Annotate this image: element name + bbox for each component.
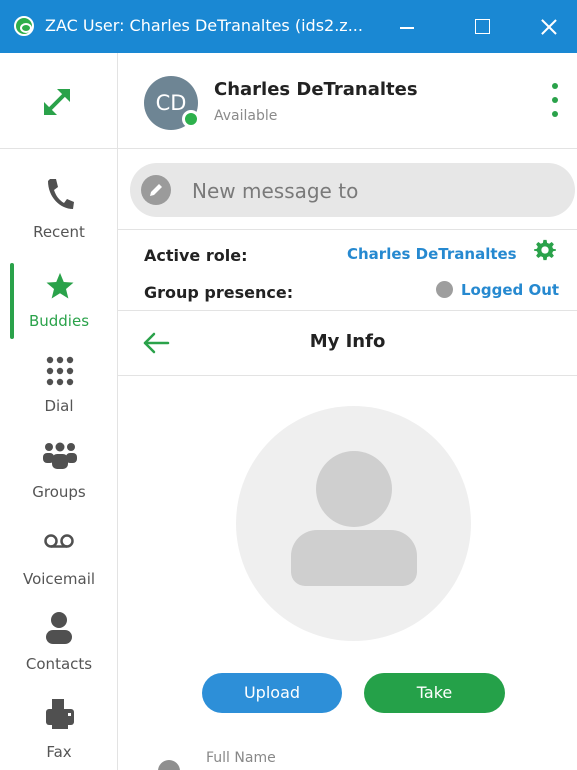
- window-title: ZAC User: Charles DeTranaltes (ids2.z...: [45, 16, 363, 35]
- my-info-header: My Info: [118, 311, 577, 376]
- user-header: CD Charles DeTranaltes Available: [118, 53, 577, 149]
- nav-item-groups[interactable]: Groups: [0, 435, 118, 521]
- nav-item-contacts[interactable]: Contacts: [0, 607, 118, 693]
- minimize-button[interactable]: [380, 0, 434, 53]
- upload-button[interactable]: Upload: [202, 673, 342, 713]
- fax-icon: [46, 699, 74, 729]
- left-nav: Recent Buddies Dial Groups Voicemail Con…: [0, 53, 118, 770]
- nav-item-recent[interactable]: Recent: [0, 173, 118, 259]
- gear-icon[interactable]: [534, 239, 556, 261]
- title-bar: ZAC User: Charles DeTranaltes (ids2.z...: [0, 0, 577, 53]
- nav-item-dial[interactable]: Dial: [0, 349, 118, 435]
- user-status[interactable]: Available: [214, 108, 277, 124]
- nav-label-dial: Dial: [44, 397, 74, 415]
- close-button[interactable]: [522, 0, 576, 53]
- nav-label-groups: Groups: [32, 483, 86, 501]
- nav-item-voicemail[interactable]: Voicemail: [0, 521, 118, 607]
- expand-button[interactable]: [0, 53, 118, 149]
- person-silhouette-icon: [316, 451, 392, 527]
- nav-item-buddies[interactable]: Buddies: [0, 263, 118, 349]
- contact-icon: [46, 612, 72, 644]
- group-presence-label: Group presence:: [144, 283, 294, 302]
- group-presence-value[interactable]: Logged Out: [461, 281, 559, 299]
- nav-label-voicemail: Voicemail: [22, 570, 96, 588]
- voicemail-icon: [44, 534, 74, 548]
- new-message-placeholder: New message to: [192, 179, 359, 203]
- page-title: My Info: [309, 331, 386, 352]
- active-role-label: Active role:: [144, 246, 248, 265]
- expand-icon: [44, 89, 70, 115]
- take-photo-button[interactable]: Take: [364, 673, 505, 713]
- star-icon: [46, 272, 74, 299]
- dialpad-icon: [46, 356, 74, 386]
- group-icon: [43, 442, 77, 469]
- pencil-icon: [141, 175, 171, 205]
- nav-label-recent: Recent: [33, 223, 85, 241]
- maximize-button[interactable]: [455, 0, 509, 53]
- more-options-icon[interactable]: [550, 83, 560, 123]
- person-icon: [158, 760, 180, 770]
- new-message-input[interactable]: New message to: [130, 163, 575, 217]
- role-panel: Active role: Charles DeTranaltes Group p…: [118, 229, 577, 311]
- nav-label-fax: Fax: [46, 743, 72, 761]
- presence-status-dot: [182, 110, 200, 128]
- profile-photo-placeholder: [236, 406, 471, 641]
- nav-label-buddies: Buddies: [28, 312, 90, 330]
- presence-offline-dot: [436, 281, 453, 298]
- user-name: Charles DeTranaltes: [214, 79, 418, 100]
- phone-icon: [48, 179, 74, 209]
- active-role-value[interactable]: Charles DeTranaltes: [347, 245, 517, 263]
- nav-label-contacts: Contacts: [25, 655, 93, 673]
- app-logo-icon: [14, 16, 34, 36]
- nav-item-fax[interactable]: Fax: [0, 693, 118, 770]
- full-name-label: Full Name: [206, 750, 276, 766]
